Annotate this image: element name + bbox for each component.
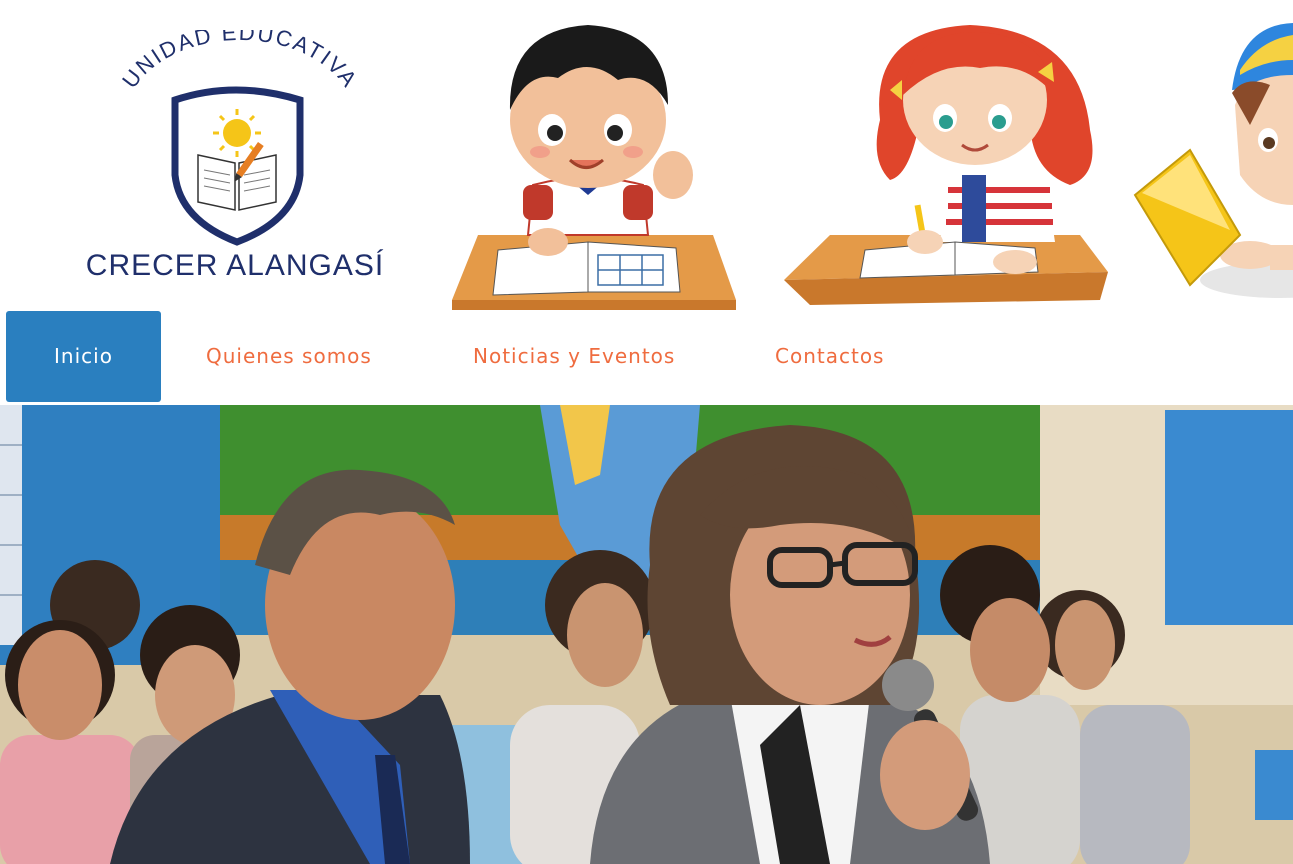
school-logo[interactable]: UNIDAD EDUCATIVA CRECER ALANGASÍ	[80, 20, 390, 290]
main-navigation: Inicio Quienes somos Noticias y Eventos …	[0, 311, 1293, 402]
svg-text:UNIDAD EDUCATIVA: UNIDAD EDUCATIVA	[117, 30, 363, 93]
event-photo-icon	[0, 405, 1293, 864]
girl-writing-icon	[784, 25, 1108, 305]
nav-noticias-eventos[interactable]: Noticias y Eventos	[473, 311, 675, 402]
nav-contactos[interactable]: Contactos	[775, 311, 884, 402]
nav-quienes-somos[interactable]: Quienes somos	[206, 311, 372, 402]
boy-reading-icon	[1133, 23, 1293, 298]
nav-inicio[interactable]: Inicio	[6, 311, 161, 402]
boy-writing-icon	[452, 25, 736, 310]
boy-reading-image	[1130, 15, 1293, 305]
site-header: UNIDAD EDUCATIVA CRECER ALANGASÍ Inicio …	[0, 0, 1293, 405]
logo-school-name: CRECER ALANGASÍ	[86, 249, 384, 282]
hero-photo	[0, 405, 1293, 864]
logo-arc-text: UNIDAD EDUCATIVA	[117, 20, 361, 93]
boy-writing-image	[448, 10, 740, 310]
logo-emblem-icon: UNIDAD EDUCATIVA CRECER ALANGASÍ	[86, 20, 384, 282]
girl-writing-image	[780, 10, 1110, 310]
